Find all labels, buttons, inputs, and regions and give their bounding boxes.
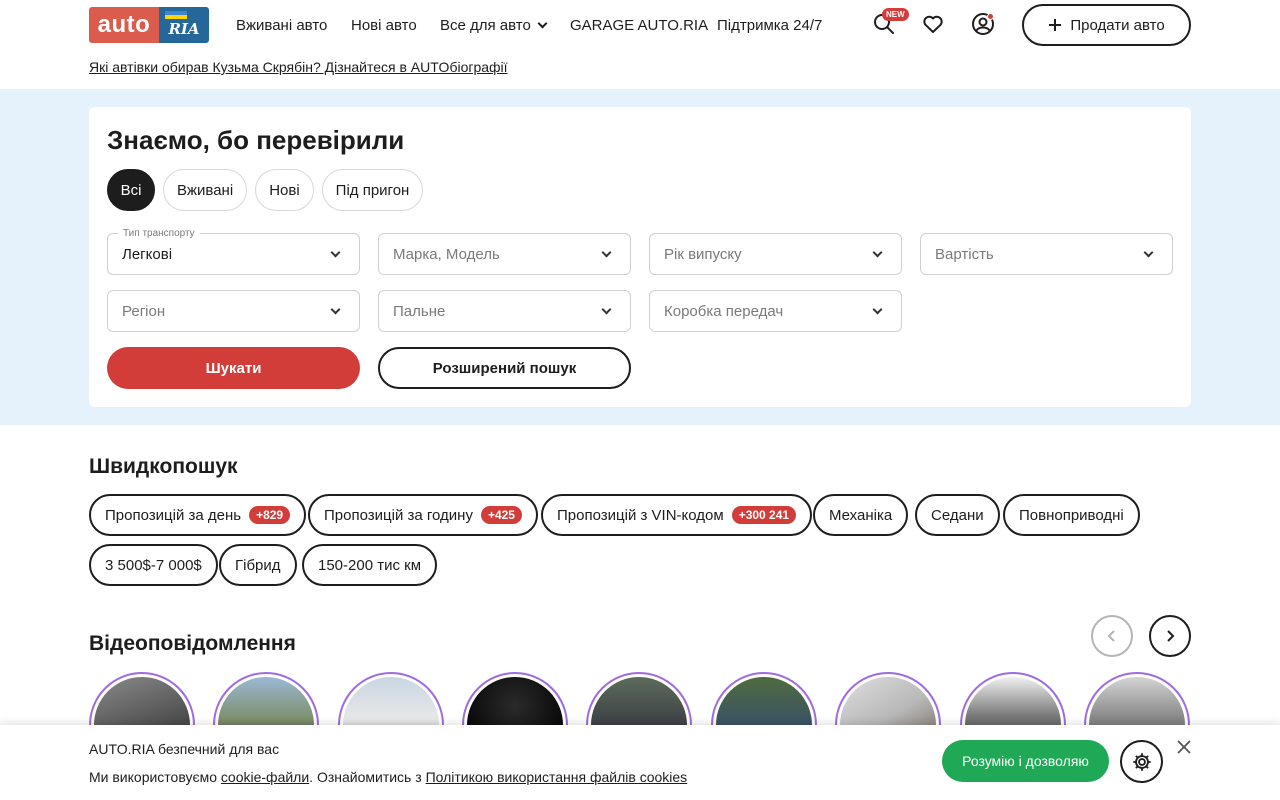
price-placeholder: Вартість: [935, 245, 994, 263]
nav-used-cars[interactable]: Вживані авто: [236, 17, 327, 34]
chevron-down-icon: [330, 304, 341, 315]
carousel-prev-button[interactable]: [1091, 615, 1133, 657]
chevron-left-icon: [1107, 630, 1115, 642]
fuel-placeholder: Пальне: [393, 302, 446, 320]
nav-new-cars[interactable]: Нові авто: [351, 17, 417, 34]
chip-offers-vin[interactable]: Пропозицій з VIN-кодом +300 241: [541, 494, 813, 536]
year-placeholder: Рік випуску: [664, 245, 742, 263]
transport-type-value: Легкові: [122, 245, 173, 263]
chip-label: Механіка: [829, 506, 893, 524]
category-tabs: Всі Вживані Нові Під пригон: [107, 169, 424, 211]
heart-icon[interactable]: [921, 12, 945, 36]
accept-cookies-button[interactable]: Розумію і дозволяю: [942, 740, 1109, 782]
cookie-banner: AUTO.RIA безпечний для вас Ми використов…: [0, 725, 1280, 800]
chip-price-range[interactable]: 3 500$-7 000$: [89, 544, 218, 586]
tab-used[interactable]: Вживані: [163, 169, 248, 211]
chip-label: Пропозицій за годину: [324, 506, 473, 524]
chevron-down-icon: [872, 247, 883, 258]
chip-mileage[interactable]: 150-200 тис км: [302, 544, 438, 586]
cookie-files-link[interactable]: cookie-файли: [221, 769, 309, 785]
chip-awd[interactable]: Повноприводні: [1003, 494, 1140, 536]
chevron-down-icon: [601, 247, 612, 258]
cookie-title: AUTO.RIA безпечний для вас: [89, 741, 280, 757]
nav-support[interactable]: Підтримка 24/7: [717, 17, 822, 34]
chip-label: 150-200 тис км: [318, 556, 422, 574]
logo-auto-text: auto: [89, 7, 159, 43]
nav-all-for-car[interactable]: Все для авто: [440, 16, 548, 34]
search-title: Знаємо, бо перевірили: [107, 125, 405, 155]
count-badge: +829: [249, 506, 291, 524]
transport-type-select[interactable]: Тип транспорту Легкові: [107, 228, 360, 275]
promo-link[interactable]: Які автівки обирав Кузьма Скрябін? Дізна…: [89, 59, 508, 75]
gearbox-placeholder: Коробка передач: [664, 302, 784, 320]
cookie-text-1: Ми використовуємо: [89, 769, 221, 785]
plus-icon: [1049, 19, 1062, 31]
chip-offers-day[interactable]: Пропозицій за день +829: [89, 494, 307, 536]
region-placeholder: Регіон: [122, 302, 166, 320]
search-button[interactable]: Шукати: [107, 347, 360, 389]
chip-label: Гібрид: [235, 556, 281, 574]
chevron-down-icon: [601, 304, 612, 315]
tab-new[interactable]: Нові: [255, 169, 314, 211]
autoria-logo[interactable]: auto RIA: [89, 7, 209, 43]
transport-type-label: Тип транспорту: [118, 228, 200, 239]
close-cookie-banner-button[interactable]: [1174, 737, 1194, 757]
tab-import[interactable]: Під пригон: [321, 169, 424, 211]
chip-label: Пропозицій з VIN-кодом: [557, 506, 724, 524]
sell-car-label: Продати авто: [1070, 16, 1165, 34]
chevron-down-icon: [330, 247, 341, 258]
header: auto RIA Вживані авто Нові авто Все для …: [0, 0, 1280, 88]
quick-search-title: Швидкопошук: [89, 455, 238, 478]
year-select[interactable]: Рік випуску: [649, 233, 902, 275]
chip-label: Седани: [931, 506, 984, 524]
gear-icon: [1132, 752, 1151, 771]
logo-ria: RIA: [159, 7, 209, 43]
logo-ria-text: RIA: [168, 20, 200, 38]
chevron-right-icon: [1167, 630, 1175, 642]
nav-garage[interactable]: GARAGE AUTO.RIA: [570, 17, 708, 34]
fuel-select[interactable]: Пальне: [378, 290, 631, 332]
cookie-settings-button[interactable]: [1120, 740, 1163, 783]
chevron-down-icon: [1143, 247, 1154, 258]
tab-all[interactable]: Всі: [107, 169, 155, 211]
sell-car-button[interactable]: Продати авто: [1022, 4, 1191, 46]
chip-hybrid[interactable]: Гібрид: [219, 544, 297, 586]
chip-offers-hour[interactable]: Пропозицій за годину +425: [308, 494, 538, 536]
chevron-down-icon: [872, 304, 883, 315]
user-profile-icon[interactable]: [971, 12, 995, 36]
advanced-search-button[interactable]: Розширений пошук: [378, 347, 631, 389]
chip-label: Повноприводні: [1019, 506, 1124, 524]
region-select[interactable]: Регіон: [107, 290, 360, 332]
chip-label: Пропозицій за день: [105, 506, 242, 524]
chip-label: 3 500$-7 000$: [105, 556, 202, 574]
gearbox-select[interactable]: Коробка передач: [649, 290, 902, 332]
chip-sedans[interactable]: Седани: [915, 494, 1000, 536]
cookie-text-2: . Ознайомитись з: [309, 769, 426, 785]
new-badge: NEW: [882, 8, 909, 21]
carousel-next-button[interactable]: [1149, 615, 1191, 657]
brand-model-placeholder: Марка, Модель: [393, 245, 500, 263]
video-messages-title: Відеоповідомлення: [89, 632, 296, 655]
count-badge: +425: [480, 506, 522, 524]
nav-all-for-car-label: Все для авто: [440, 16, 531, 34]
brand-model-select[interactable]: Марка, Модель: [378, 233, 631, 275]
search-card: Знаємо, бо перевірили Всі Вживані Нові П…: [89, 107, 1191, 407]
count-badge: +300 241: [731, 506, 797, 524]
flag-icon: [165, 11, 187, 19]
cookie-policy-link[interactable]: Політикою використання файлів cookies: [426, 769, 688, 785]
close-icon: [1177, 740, 1191, 754]
price-select[interactable]: Вартість: [920, 233, 1173, 275]
chip-manual[interactable]: Механіка: [813, 494, 909, 536]
cookie-text: Ми використовуємо cookie-файли. Ознайоми…: [89, 769, 687, 785]
chevron-down-icon: [537, 18, 548, 28]
